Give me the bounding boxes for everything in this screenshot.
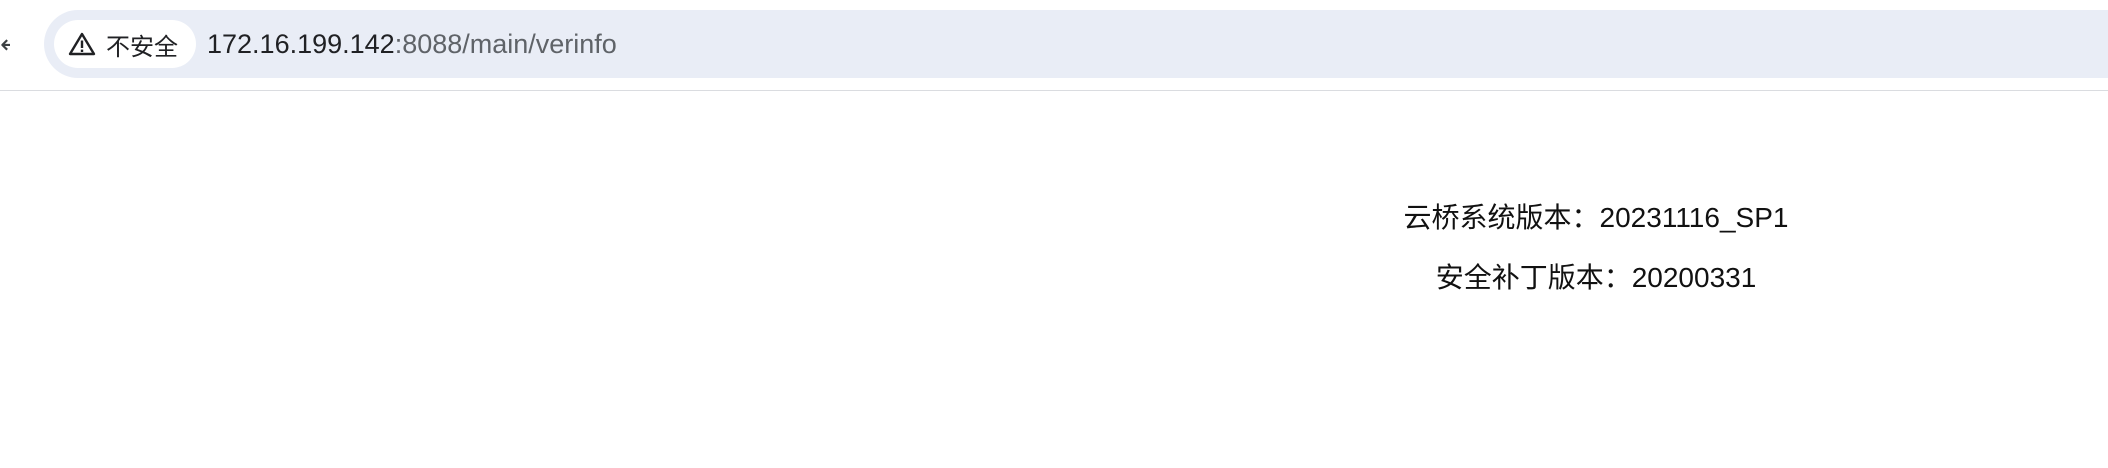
back-arrow-icon[interactable]: ⟵ xyxy=(0,28,10,60)
warning-triangle-icon xyxy=(68,31,96,57)
patch-version-text: 安全补丁版本：20200331 xyxy=(1435,262,1757,293)
system-version-text: 云桥系统版本：20231116_SP1 xyxy=(1403,202,1789,233)
url-path: :8088/main/verinfo xyxy=(394,29,617,59)
url-host: 172.16.199.142 xyxy=(207,29,395,59)
security-chip[interactable]: 不安全 xyxy=(54,20,196,68)
browser-toolbar: ⟵ 不安全 172.16.199.142:8088/main/verinfo xyxy=(0,0,2108,91)
url-text[interactable]: 172.16.199.142:8088/main/verinfo xyxy=(207,10,617,78)
address-bar[interactable]: 不安全 172.16.199.142:8088/main/verinfo xyxy=(44,10,2108,78)
page-content: 云桥系统版本：20231116_SP1 安全补丁版本：20200331 xyxy=(0,91,2108,468)
security-label: 不安全 xyxy=(106,33,178,61)
